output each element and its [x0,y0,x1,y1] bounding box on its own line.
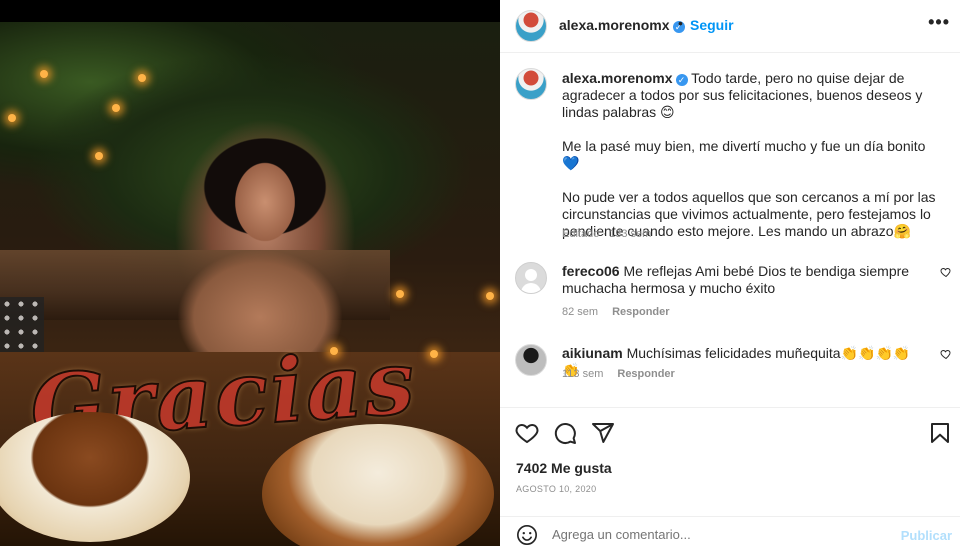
post-header: alexa.morenomx ✓ • Seguir ••• [500,0,960,53]
comment-meta: 113 sem Responder [562,368,675,380]
comment-input[interactable] [552,527,872,542]
comment-item: fereco06 Me reflejas Ami bebé Dios te be… [500,258,960,320]
caption-avatar[interactable] [515,68,547,100]
post-caption: alexa.morenomx ✓ Todo tarde, pero no quis… [500,54,960,250]
commenter-avatar[interactable] [515,344,547,376]
comment-time[interactable]: 82 sem [562,306,598,318]
heart-icon[interactable] [515,421,539,445]
follow-button[interactable]: Seguir [690,17,734,33]
header-separator: • [678,15,683,31]
photo-string-light [8,114,16,122]
comment-meta: 82 sem Responder [562,306,670,318]
photo-string-light [112,104,120,112]
post-photo[interactable]: Gracias [0,22,500,546]
caption-paragraph: alexa.morenomx ✓ Todo tarde, pero no quis… [562,70,942,121]
photo-string-light [430,350,438,358]
comment-username[interactable]: fereco06 [562,263,620,279]
comment-item: aikiunam Muchísimas felicidades muñequit… [500,340,960,402]
photo-string-light [486,292,494,300]
share-icon[interactable] [591,421,615,445]
commenter-avatar[interactable] [515,262,547,294]
comment-composer: Publicar [500,516,960,546]
comment-like-heart-icon[interactable] [940,266,952,278]
comment-icon[interactable] [553,421,577,445]
reply-button[interactable]: Responder [617,368,674,380]
caption-username[interactable]: alexa.morenomx [562,70,673,86]
caption-meta: Editado · 133 sem [562,228,652,240]
like-count[interactable]: 7402 Me gusta [516,460,612,476]
photo-string-light [138,74,146,82]
author-username-row[interactable]: alexa.morenomx ✓ [559,17,685,33]
photo-string-light [40,70,48,78]
comment-username[interactable]: aikiunam [562,345,623,361]
publish-button[interactable]: Publicar [901,528,952,543]
photo-string-light [396,290,404,298]
bookmark-icon[interactable] [928,421,952,445]
instagram-post-modal: Gracias alexa.morenomx ✓ • Seguir ••• ale… [0,0,960,546]
photo-string-light [330,347,338,355]
author-avatar[interactable] [515,10,547,42]
verified-badge-icon: ✓ [675,74,688,86]
comment-time[interactable]: 113 sem [562,368,603,380]
reply-button[interactable]: Responder [612,306,669,318]
post-detail-panel: alexa.morenomx ✓ • Seguir ••• alexa.moren… [500,0,960,546]
comment-like-heart-icon[interactable] [940,348,952,360]
photo-string-light [95,152,103,160]
caption-paragraph-2: Me la pasé muy bien, me divertí mucho y … [562,138,926,171]
post-date[interactable]: AGOSTO 10, 2020 [516,484,596,494]
author-username[interactable]: alexa.morenomx [559,17,670,33]
emoji-icon[interactable] [516,524,538,546]
comment-text-block: fereco06 Me reflejas Ami bebé Dios te be… [562,263,922,297]
more-options-icon[interactable]: ••• [928,12,950,33]
post-actions: 7402 Me gusta AGOSTO 10, 2020 [500,407,960,527]
